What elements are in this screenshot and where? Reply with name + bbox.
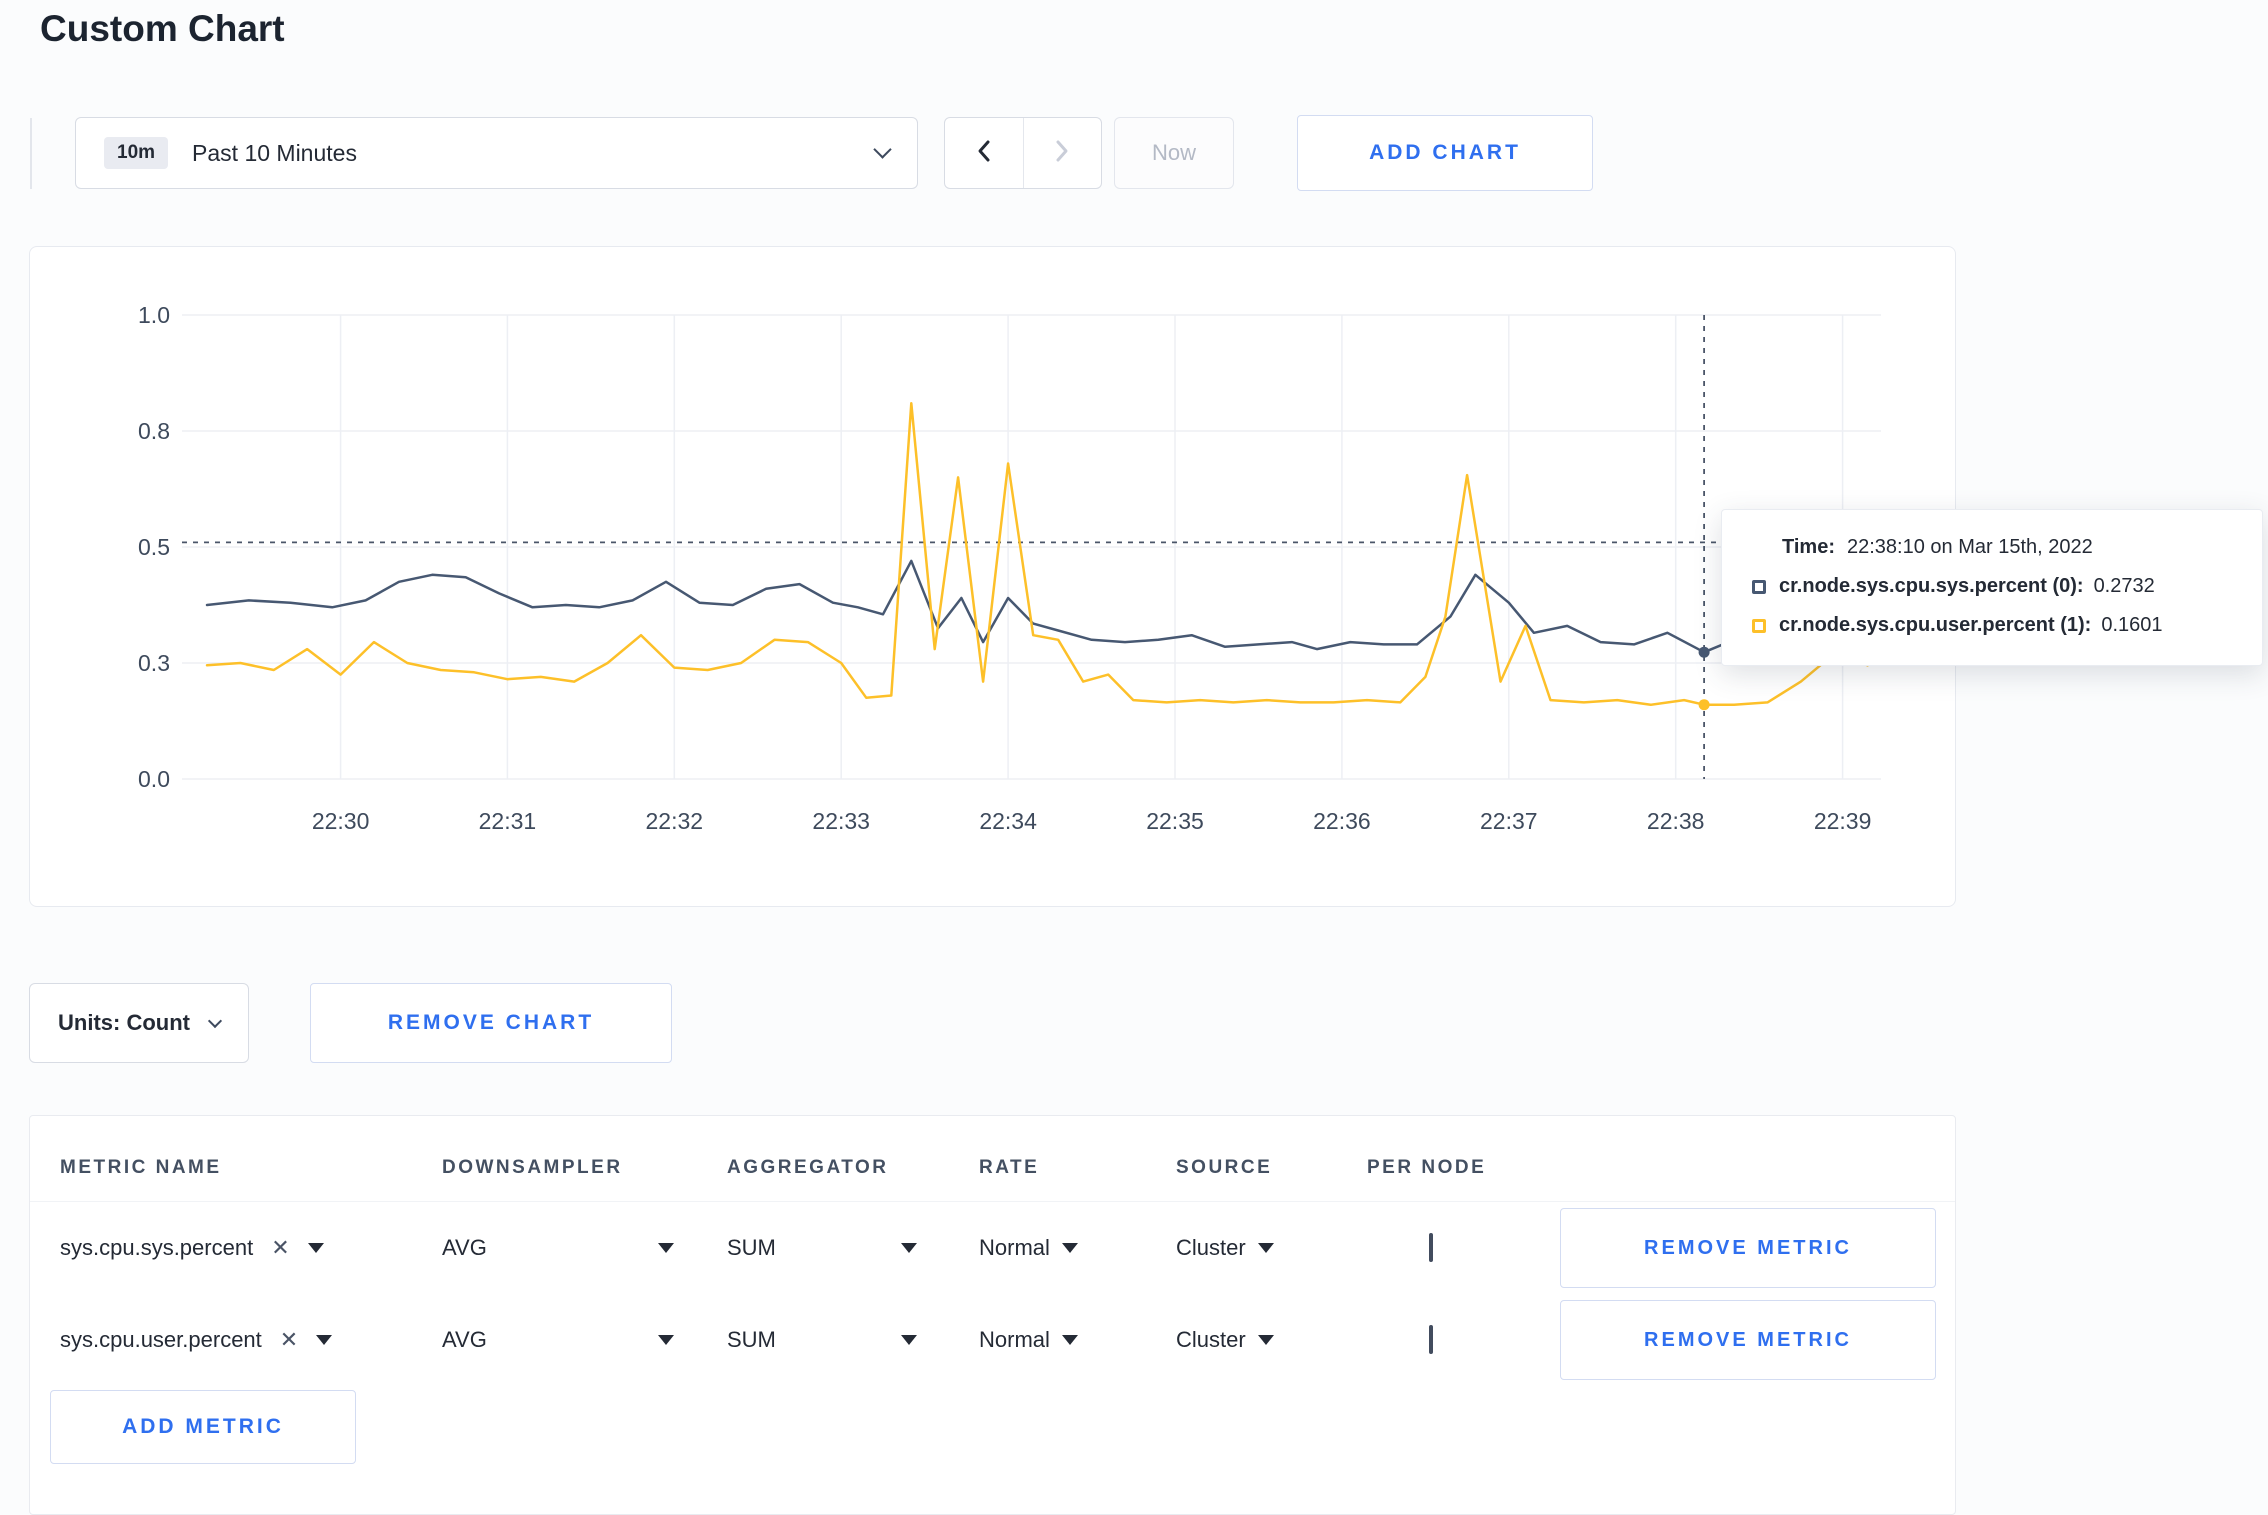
svg-text:22:39: 22:39 bbox=[1814, 808, 1872, 834]
chevron-right-icon bbox=[1052, 138, 1072, 169]
add-metric-button[interactable]: ADD METRIC bbox=[50, 1390, 356, 1464]
series-user-swatch-icon bbox=[1752, 618, 1766, 633]
tooltip-series-value: 0.1601 bbox=[2101, 614, 2163, 636]
column-header-source: SOURCE bbox=[1176, 1157, 1273, 1178]
downsampler-select[interactable]: AVG bbox=[442, 1235, 674, 1261]
units-label: Units: Count bbox=[58, 1010, 190, 1035]
metric-row: sys.cpu.user.percent ✕ AVG SUM Normal Cl… bbox=[30, 1294, 1955, 1386]
remove-chart-button[interactable]: REMOVE CHART bbox=[310, 983, 672, 1063]
remove-metric-button[interactable]: REMOVE METRIC bbox=[1560, 1300, 1936, 1380]
metrics-chart[interactable]: 0.0 0.3 0.5 0.8 1.0 22:30 22:31 22:32 22:33 22:34… bbox=[30, 247, 1955, 906]
downsampler-value: AVG bbox=[442, 1327, 487, 1352]
prev-time-button[interactable] bbox=[945, 118, 1023, 188]
per-node-checkbox[interactable] bbox=[1429, 1233, 1433, 1262]
caret-down-icon bbox=[1061, 1335, 1078, 1345]
svg-text:0.5: 0.5 bbox=[138, 534, 170, 560]
metric-name-select[interactable]: sys.cpu.sys.percent ✕ bbox=[60, 1235, 442, 1261]
time-range-label: Past 10 Minutes bbox=[192, 139, 357, 166]
source-value: Cluster bbox=[1176, 1327, 1246, 1352]
column-header-downsampler: DOWNSAMPLER bbox=[442, 1157, 623, 1178]
add-chart-button[interactable]: ADD CHART bbox=[1297, 115, 1593, 191]
source-select[interactable]: Cluster bbox=[1176, 1235, 1367, 1261]
tooltip-time-row: Time: 22:38:10 on Mar 15th, 2022 bbox=[1782, 536, 2232, 559]
chevron-left-icon bbox=[974, 138, 994, 169]
column-header-per-node: PER NODE bbox=[1367, 1157, 1487, 1178]
caret-down-icon bbox=[1061, 1243, 1078, 1253]
aggregator-select[interactable]: SUM bbox=[727, 1235, 917, 1261]
series-sys-swatch-icon bbox=[1752, 579, 1766, 594]
svg-text:22:35: 22:35 bbox=[1146, 808, 1204, 834]
svg-text:22:32: 22:32 bbox=[646, 808, 704, 834]
metric-name-select[interactable]: sys.cpu.user.percent ✕ bbox=[60, 1327, 442, 1353]
svg-text:0.8: 0.8 bbox=[138, 418, 170, 444]
units-select[interactable]: Units: Count bbox=[29, 983, 249, 1063]
clear-metric-icon[interactable]: ✕ bbox=[271, 1237, 289, 1259]
svg-text:1.0: 1.0 bbox=[138, 302, 170, 328]
tooltip-series-row: cr.node.sys.cpu.sys.percent (0): 0.2732 bbox=[1752, 575, 2232, 598]
rate-select[interactable]: Normal bbox=[979, 1235, 1176, 1261]
tooltip-series-value: 0.2732 bbox=[2093, 575, 2155, 597]
svg-text:22:34: 22:34 bbox=[979, 808, 1037, 834]
rate-value: Normal bbox=[979, 1327, 1050, 1352]
caret-down-icon bbox=[307, 1243, 324, 1253]
column-header-metric-name: METRIC NAME bbox=[60, 1157, 222, 1178]
chart-card: 0.0 0.3 0.5 0.8 1.0 22:30 22:31 22:32 22:33 22:34… bbox=[29, 246, 1956, 907]
tooltip-time-label: Time: bbox=[1782, 536, 1835, 558]
downsampler-select[interactable]: AVG bbox=[442, 1327, 674, 1353]
column-header-rate: RATE bbox=[979, 1157, 1040, 1178]
aggregator-select[interactable]: SUM bbox=[727, 1327, 917, 1353]
source-value: Cluster bbox=[1176, 1235, 1246, 1260]
aggregator-value: SUM bbox=[727, 1235, 776, 1260]
next-time-button[interactable] bbox=[1022, 118, 1102, 188]
metrics-table: METRIC NAME DOWNSAMPLER AGGREGATOR RATE … bbox=[29, 1115, 1956, 1515]
chevron-down-icon bbox=[873, 140, 892, 159]
column-header-aggregator: AGGREGATOR bbox=[727, 1157, 889, 1178]
caret-down-icon bbox=[901, 1243, 917, 1253]
caret-down-icon bbox=[901, 1335, 917, 1345]
svg-text:22:30: 22:30 bbox=[312, 808, 370, 834]
svg-text:22:31: 22:31 bbox=[479, 808, 537, 834]
aggregator-value: SUM bbox=[727, 1327, 776, 1352]
caret-down-icon bbox=[1257, 1335, 1274, 1345]
caret-down-icon bbox=[658, 1243, 674, 1253]
svg-text:22:33: 22:33 bbox=[812, 808, 870, 834]
caret-down-icon bbox=[316, 1335, 333, 1345]
time-pager bbox=[944, 117, 1102, 189]
time-range-badge: 10m bbox=[104, 137, 169, 169]
chevron-down-icon bbox=[207, 1013, 223, 1029]
time-range-select[interactable]: 10m Past 10 Minutes bbox=[75, 117, 918, 189]
caret-down-icon bbox=[658, 1335, 674, 1345]
remove-metric-button[interactable]: REMOVE METRIC bbox=[1560, 1208, 1936, 1288]
metric-name-label: sys.cpu.user.percent bbox=[60, 1327, 262, 1352]
tooltip-series-row: cr.node.sys.cpu.user.percent (1): 0.1601 bbox=[1752, 614, 2232, 637]
svg-text:22:37: 22:37 bbox=[1480, 808, 1538, 834]
metric-row: sys.cpu.sys.percent ✕ AVG SUM Normal Clu… bbox=[30, 1202, 1955, 1294]
svg-text:0.0: 0.0 bbox=[138, 766, 170, 792]
toolbar-divider bbox=[30, 118, 32, 189]
svg-text:22:36: 22:36 bbox=[1313, 808, 1371, 834]
source-select[interactable]: Cluster bbox=[1176, 1327, 1367, 1353]
tooltip-series-label: cr.node.sys.cpu.sys.percent (0): bbox=[1779, 575, 2084, 597]
now-button[interactable]: Now bbox=[1114, 117, 1234, 189]
svg-text:22:38: 22:38 bbox=[1647, 808, 1705, 834]
metric-name-label: sys.cpu.sys.percent bbox=[60, 1235, 254, 1260]
per-node-checkbox[interactable] bbox=[1429, 1325, 1433, 1354]
chart-tooltip: Time: 22:38:10 on Mar 15th, 2022 cr.node.… bbox=[1721, 509, 2263, 666]
rate-value: Normal bbox=[979, 1235, 1050, 1260]
svg-text:0.3: 0.3 bbox=[138, 650, 170, 676]
metrics-table-header: METRIC NAME DOWNSAMPLER AGGREGATOR RATE … bbox=[30, 1116, 1955, 1202]
downsampler-value: AVG bbox=[442, 1235, 487, 1260]
tooltip-time-value: 22:38:10 on Mar 15th, 2022 bbox=[1846, 536, 2093, 558]
rate-select[interactable]: Normal bbox=[979, 1327, 1176, 1353]
caret-down-icon bbox=[1257, 1243, 1274, 1253]
page-title: Custom Chart bbox=[40, 8, 285, 49]
tooltip-series-label: cr.node.sys.cpu.user.percent (1): bbox=[1779, 614, 2092, 636]
clear-metric-icon[interactable]: ✕ bbox=[280, 1329, 298, 1351]
